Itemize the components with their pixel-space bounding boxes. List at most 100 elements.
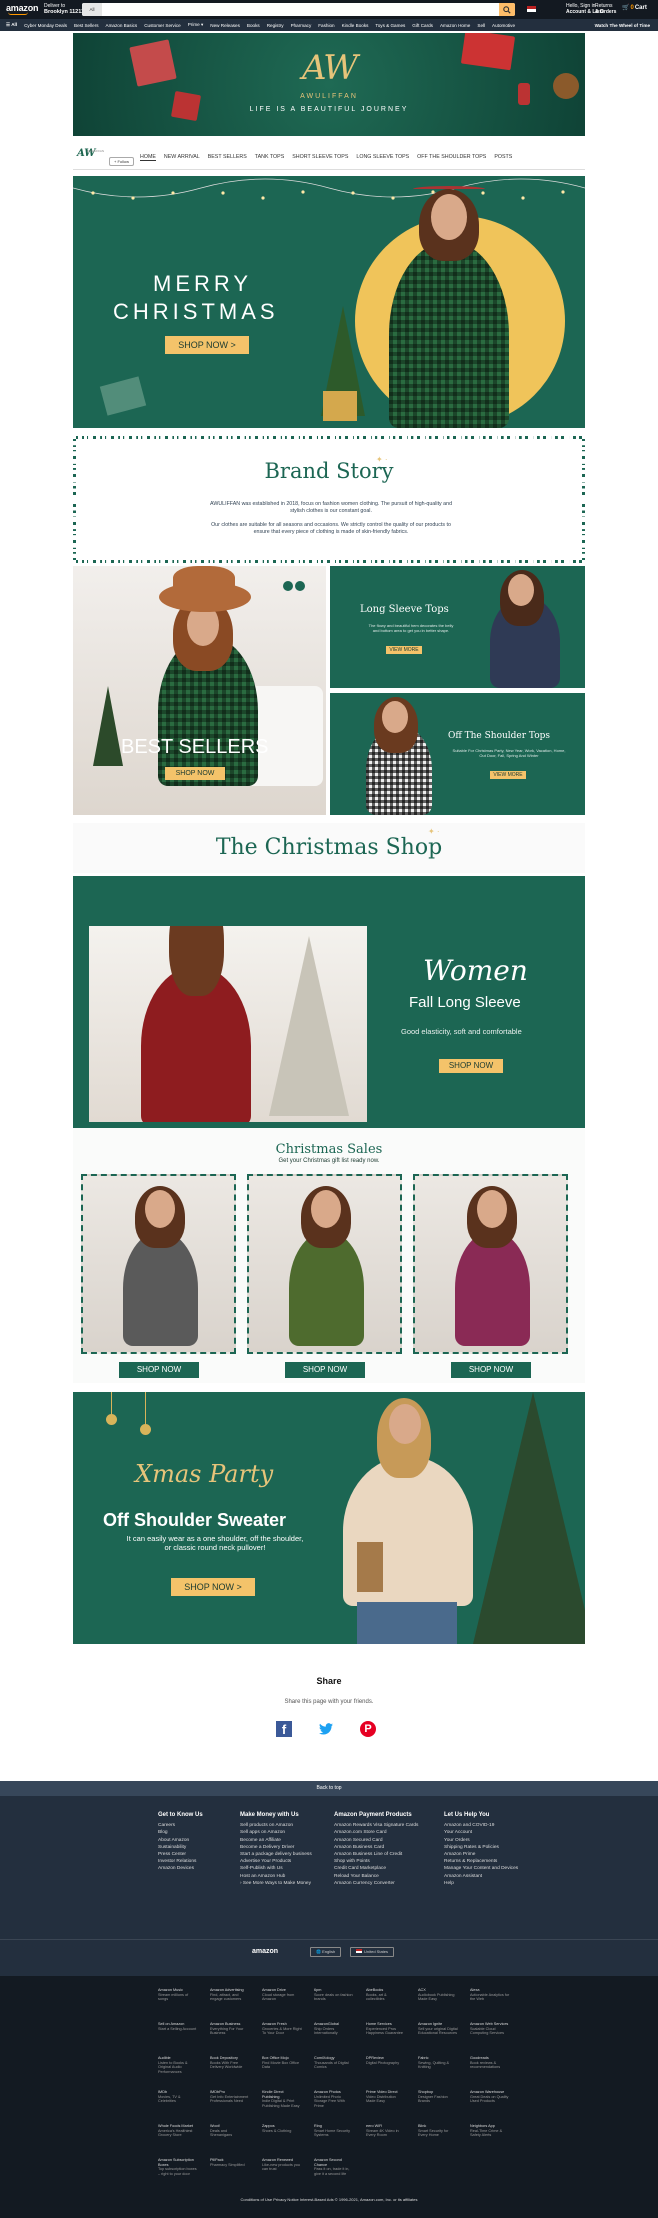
sale-product-card[interactable]: [247, 1174, 402, 1354]
search-button[interactable]: [499, 3, 515, 16]
footer-link[interactable]: Amazon and COVID-19: [444, 1822, 524, 1829]
footer-link[interactable]: Credit Card Marketplace: [334, 1865, 434, 1872]
footer-service-link[interactable]: PillPack Pharmacy Simplified: [210, 2158, 250, 2167]
subnav-promo-link[interactable]: Watch The Wheel of Time: [595, 23, 650, 28]
footer-link[interactable]: Amazon Rewards Visa Signature Cards: [334, 1822, 434, 1829]
subnav-item[interactable]: New Releases: [210, 23, 240, 28]
store-nav-item[interactable]: BEST SELLERS: [208, 154, 247, 161]
long-sleeve-tops-tile[interactable]: Long Sleeve Tops The flowy and beautiful…: [330, 566, 585, 688]
store-nav-item[interactable]: LONG SLEEVE TOPS: [356, 154, 409, 161]
footer-link[interactable]: Amazon Currency Converter: [334, 1880, 434, 1887]
amazon-logo[interactable]: amazon: [6, 3, 39, 15]
store-nav-item[interactable]: POSTS: [494, 154, 512, 161]
footer-link[interactable]: Press Center: [158, 1851, 238, 1858]
footer-link[interactable]: Your Orders: [444, 1837, 524, 1844]
best-sellers-shop-button[interactable]: SHOP NOW: [165, 767, 225, 780]
language-selector[interactable]: 🌐 English: [310, 1947, 342, 1957]
subnav-item[interactable]: Registry: [267, 23, 284, 28]
footer-amazon-logo[interactable]: amazon: [252, 1948, 278, 1955]
us-flag-icon[interactable]: [527, 6, 536, 12]
footer-service-link[interactable]: ACX Audiobook Publishing Made Easy: [418, 1988, 458, 2002]
pinterest-share-icon[interactable]: P: [360, 1721, 376, 1737]
subnav-item[interactable]: Fashion: [318, 23, 334, 28]
footer-link[interactable]: Shop with Points: [334, 1858, 434, 1865]
footer-service-link[interactable]: Zappos Shoes & Clothing: [262, 2124, 302, 2133]
subnav-item[interactable]: Amazon Home: [440, 23, 470, 28]
store-nav-item[interactable]: HOME: [140, 154, 156, 161]
footer-link[interactable]: Host an Amazon Hub: [240, 1873, 320, 1880]
footer-link[interactable]: Returns & Replacements: [444, 1858, 524, 1865]
footer-service-link[interactable]: Neighbors App Real-Time Crime & Safety Al…: [470, 2124, 510, 2138]
subnav-item[interactable]: Books: [247, 23, 260, 28]
footer-service-link[interactable]: Audible Listen to Books & Original Audio …: [158, 2056, 198, 2074]
footer-service-link[interactable]: Blink Smart Security for Every Home: [418, 2124, 458, 2138]
footer-link[interactable]: Shipping Rates & Policies: [444, 1844, 524, 1851]
footer-service-link[interactable]: Whole Foods Market America's Healthiest G…: [158, 2124, 198, 2138]
footer-link[interactable]: Help: [444, 1880, 524, 1887]
footer-link[interactable]: Become a Delivery Driver: [240, 1844, 320, 1851]
footer-service-link[interactable]: Book Depository Books With Free Delivery …: [210, 2056, 250, 2070]
footer-service-link[interactable]: Ring Smart Home Security Systems: [314, 2124, 354, 2138]
store-nav-item[interactable]: OFF THE SHOULDER TOPS: [417, 154, 486, 161]
off-shoulder-view-more[interactable]: VIEW MORE: [490, 771, 526, 779]
off-shoulder-sweater-banner[interactable]: Xmas Party Off Shoulder Sweater It can e…: [73, 1392, 585, 1644]
subnav-item[interactable]: Automotive: [492, 23, 515, 28]
footer-service-link[interactable]: Amazon Renewed Like-new products you can …: [262, 2158, 302, 2172]
back-to-top-link[interactable]: Back to top: [0, 1781, 658, 1796]
footer-service-link[interactable]: 6pm Score deals on fashion brands: [314, 1988, 354, 2002]
best-sellers-tile[interactable]: BEST SELLERS SHOP NOW: [73, 566, 326, 815]
subnav-item[interactable]: Sell: [477, 23, 485, 28]
facebook-share-icon[interactable]: f: [276, 1721, 292, 1737]
footer-link[interactable]: Sustainability: [158, 1844, 238, 1851]
footer-link[interactable]: Manage Your Content and Devices: [444, 1865, 524, 1872]
xmas-party-shop-button[interactable]: SHOP NOW >: [171, 1578, 255, 1596]
footer-service-link[interactable]: Woot! Deals and Shenanigans: [210, 2124, 250, 2138]
sale-shop-now-button[interactable]: SHOP NOW: [451, 1362, 531, 1378]
footer-service-link[interactable]: Box Office Mojo Find Movie Box Office Dat…: [262, 2056, 302, 2070]
footer-link[interactable]: Self-Publish with Us: [240, 1865, 320, 1872]
footer-service-link[interactable]: Amazon Ignite Sell your original Digital …: [418, 2022, 458, 2036]
cart-button[interactable]: 🛒0Cart: [622, 4, 647, 11]
subnav-item[interactable]: Kindle Books: [342, 23, 369, 28]
footer-link[interactable]: Blog: [158, 1829, 238, 1836]
footer-link[interactable]: Careers: [158, 1822, 238, 1829]
footer-service-link[interactable]: Alexa Actionable Analytics for the Web: [470, 1988, 510, 2002]
store-mini-logo[interactable]: AW AWULIFFAN: [77, 148, 113, 168]
footer-service-link[interactable]: Amazon Warehouse Great Deals on Quality U…: [470, 2090, 510, 2104]
fall-long-sleeve-banner[interactable]: Women Fall Long Sleeve Good elasticity, …: [73, 876, 585, 1128]
footer-link[interactable]: Amazon Business Card: [334, 1844, 434, 1851]
footer-service-link[interactable]: AmazonGlobal Ship Orders Internationally: [314, 2022, 354, 2036]
footer-service-link[interactable]: Fabric Sewing, Quilting & Knitting: [418, 2056, 458, 2070]
footer-link[interactable]: Start a package delivery business: [240, 1851, 320, 1858]
footer-link[interactable]: Amazon Assistant: [444, 1873, 524, 1880]
footer-service-link[interactable]: Amazon Music Stream millions of songs: [158, 1988, 198, 2002]
footer-service-link[interactable]: Kindle Direct Publishing Indie Digital & …: [262, 2090, 302, 2108]
footer-service-link[interactable]: Amazon Business Everything For Your Busin…: [210, 2022, 250, 2036]
subnav-item[interactable]: Prime ▾: [188, 22, 204, 28]
sale-shop-now-button[interactable]: SHOP NOW: [285, 1362, 365, 1378]
footer-service-link[interactable]: Amazon Drive Cloud storage from Amazon: [262, 1988, 302, 2002]
footer-link[interactable]: Reload Your Balance: [334, 1873, 434, 1880]
sale-product-card[interactable]: [413, 1174, 568, 1354]
footer-link[interactable]: Amazon Business Line of Credit: [334, 1851, 434, 1858]
footer-service-link[interactable]: Amazon Fresh Groceries & More Right To Yo…: [262, 2022, 302, 2036]
footer-service-link[interactable]: Home Services Experienced Pros Happiness …: [366, 2022, 406, 2036]
subnav-item[interactable]: Gift Cards: [412, 23, 433, 28]
subnav-item[interactable]: Amazon Basics: [106, 23, 138, 28]
footer-link[interactable]: › See More Ways to Make Money: [240, 1880, 320, 1887]
store-nav-item[interactable]: NEW ARRIVAL: [164, 154, 200, 161]
footer-service-link[interactable]: Amazon Photos Unlimited Photo Storage Fre…: [314, 2090, 354, 2108]
returns-orders[interactable]: Returns & Orders: [595, 3, 616, 15]
footer-link[interactable]: Investor Relations: [158, 1858, 238, 1865]
subnav-item[interactable]: ☰ All: [6, 22, 17, 28]
twitter-share-icon[interactable]: [319, 1723, 333, 1735]
search-category-select[interactable]: All: [82, 3, 102, 16]
merry-christmas-banner[interactable]: MERRY CHRISTMAS SHOP NOW >: [73, 176, 585, 428]
subnav-item[interactable]: Toys & Games: [375, 23, 405, 28]
footer-service-link[interactable]: Goodreads Book reviews & recommendations: [470, 2056, 510, 2070]
footer-service-link[interactable]: Amazon Second Chance Pass it on, trade it…: [314, 2158, 354, 2176]
footer-service-link[interactable]: Amazon Advertising Find, attract, and eng…: [210, 1988, 250, 2002]
footer-link[interactable]: Amazon.com Store Card: [334, 1829, 434, 1836]
off-shoulder-tops-tile[interactable]: Off The Shoulder Tops Suitable For Chris…: [330, 693, 585, 815]
footer-service-link[interactable]: IMDb Movies, TV & Celebrities: [158, 2090, 198, 2104]
